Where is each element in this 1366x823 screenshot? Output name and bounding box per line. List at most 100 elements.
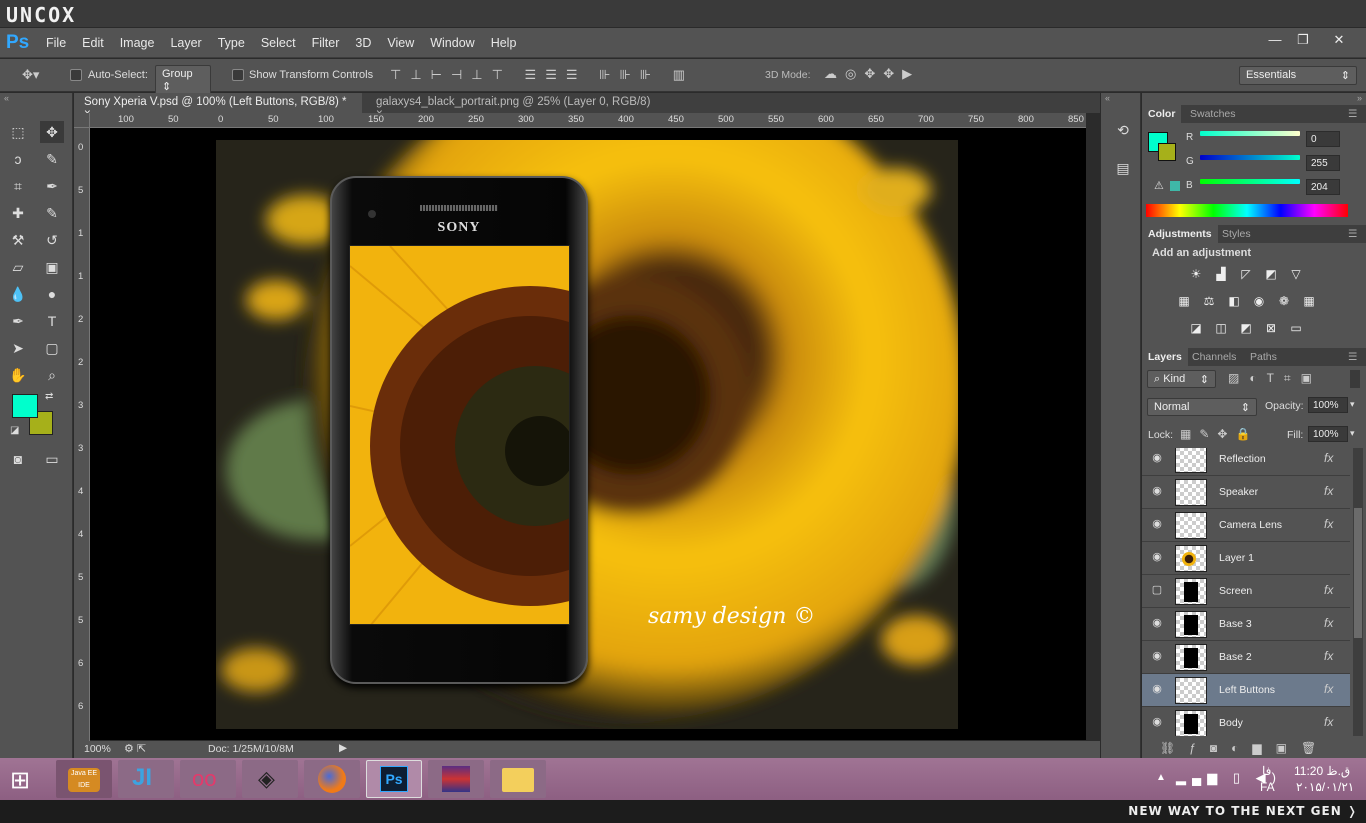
- default-colors-icon[interactable]: ◪: [10, 425, 19, 436]
- panel-menu-icon[interactable]: ☰: [1342, 348, 1363, 366]
- taskbar-jetbrains[interactable]: JI: [118, 760, 174, 798]
- layers-scrollbar[interactable]: [1353, 448, 1363, 736]
- zoom-level[interactable]: 100%: [84, 743, 111, 755]
- align-icons[interactable]: ⊤⊥⊢⊣⊥⊤ ☰☰☰ ⊪⊪⊪ ▥: [390, 67, 694, 83]
- vertical-ruler[interactable]: 0 5 1 1 2 2 3 3 4 4 5 5 6 6: [74, 128, 90, 758]
- r-slider[interactable]: [1200, 131, 1300, 136]
- collapse-icon[interactable]: «: [1105, 93, 1110, 103]
- expand-icon[interactable]: »: [1357, 93, 1362, 103]
- menu-type[interactable]: Type: [210, 36, 253, 50]
- quick-mask-icon[interactable]: ◙: [6, 448, 30, 470]
- filter-toggle[interactable]: [1350, 370, 1360, 388]
- path-select-icon[interactable]: ➤: [6, 337, 30, 359]
- move-tool-icon[interactable]: ✥: [40, 121, 64, 143]
- 3d-mode-icons[interactable]: ☁◎✥✥▶: [824, 66, 920, 82]
- close-button[interactable]: ✕: [1326, 31, 1352, 49]
- layer-row[interactable]: ◉ Camera Lens fx: [1142, 509, 1350, 542]
- layer-filter-icons[interactable]: ▨◐T⌗▣: [1228, 371, 1322, 386]
- hand-icon[interactable]: ✋: [6, 364, 30, 386]
- menu-select[interactable]: Select: [253, 36, 304, 50]
- layer-row[interactable]: ◉ Layer 1: [1142, 542, 1350, 575]
- layer-row[interactable]: ◉ Speaker fx: [1142, 476, 1350, 509]
- horizontal-ruler[interactable]: 100 50 0 50 100 150 200 250 300 350 400 450 500 550 60…: [90, 113, 1086, 128]
- b-value[interactable]: 204: [1306, 179, 1340, 195]
- taskbar-app[interactable]: ◈: [242, 760, 298, 798]
- layer-effects-icon[interactable]: fx: [1324, 517, 1333, 531]
- g-slider[interactable]: [1200, 155, 1300, 160]
- brush-icon[interactable]: ✎: [40, 202, 64, 224]
- crop-icon[interactable]: ⌗: [6, 175, 30, 197]
- blend-mode-dropdown[interactable]: Normal ⇕: [1147, 398, 1257, 416]
- opacity-arrow-icon[interactable]: ▾: [1350, 399, 1355, 410]
- dodge-icon[interactable]: ●: [40, 283, 64, 305]
- color-bg-swatch[interactable]: [1158, 143, 1176, 161]
- menu-edit[interactable]: Edit: [74, 36, 112, 50]
- layer-effects-icon[interactable]: fx: [1324, 484, 1333, 498]
- healing-brush-icon[interactable]: ✚: [6, 202, 30, 224]
- clone-stamp-icon[interactable]: ⚒: [6, 229, 30, 251]
- menu-3d[interactable]: 3D: [347, 36, 379, 50]
- language-indicator[interactable]: FA: [1260, 780, 1275, 794]
- transform-controls-checkbox[interactable]: [232, 69, 244, 81]
- curves-icon[interactable]: ◸: [1238, 267, 1254, 281]
- minimize-button[interactable]: —: [1262, 31, 1288, 49]
- layer-effects-icon[interactable]: fx: [1324, 451, 1333, 465]
- language-ar[interactable]: فا: [1262, 764, 1271, 778]
- taskbar-winrar[interactable]: [428, 760, 484, 798]
- threshold-icon[interactable]: ◩: [1238, 321, 1254, 335]
- visibility-eye-icon[interactable]: ◉: [1150, 649, 1164, 663]
- ruler-origin[interactable]: [74, 113, 90, 128]
- eyedropper-icon[interactable]: ✒: [40, 175, 64, 197]
- rect-marquee-icon[interactable]: ⬚: [6, 121, 30, 143]
- color-balance-icon[interactable]: ⚖: [1201, 294, 1217, 308]
- layers-scroll-thumb[interactable]: [1354, 508, 1362, 638]
- tab-sony-xperia[interactable]: Sony Xperia V.psd @ 100% (Left Buttons, …: [74, 93, 362, 120]
- channel-mixer-icon[interactable]: ❁: [1276, 294, 1292, 308]
- lock-icons[interactable]: ▦✎✥🔒: [1180, 427, 1258, 441]
- tab-paths[interactable]: Paths: [1244, 348, 1283, 366]
- menu-file[interactable]: File: [38, 36, 74, 50]
- b-slider[interactable]: [1200, 179, 1300, 184]
- status-icons[interactable]: ⚙ ⇱: [124, 742, 146, 755]
- posterize-icon[interactable]: ◫: [1213, 321, 1229, 335]
- layer-effects-icon[interactable]: fx: [1324, 649, 1333, 663]
- brightness-icon[interactable]: ☀: [1188, 267, 1204, 281]
- tab-channels[interactable]: Channels: [1186, 348, 1242, 366]
- history-brush-icon[interactable]: ↺: [40, 229, 64, 251]
- gradient-icon[interactable]: ▣: [40, 256, 64, 278]
- layer-effects-icon[interactable]: fx: [1324, 583, 1333, 597]
- tab-galaxy-s4[interactable]: galaxys4_black_portrait.png @ 25% (Layer…: [366, 93, 666, 120]
- auto-select-checkbox[interactable]: [70, 69, 82, 81]
- panel-menu-icon[interactable]: ☰: [1342, 225, 1363, 243]
- menu-filter[interactable]: Filter: [304, 36, 348, 50]
- layer-row[interactable]: ◉ Reflection fx: [1142, 448, 1350, 476]
- layer-row[interactable]: ◉ Base 2 fx: [1142, 641, 1350, 674]
- r-value[interactable]: 0: [1306, 131, 1340, 147]
- properties-icon[interactable]: ▤: [1111, 157, 1135, 179]
- collapse-icon[interactable]: «: [4, 93, 9, 103]
- visibility-eye-icon[interactable]: ◉: [1150, 616, 1164, 630]
- layer-effects-icon[interactable]: fx: [1324, 715, 1333, 729]
- invert-icon[interactable]: ◪: [1188, 321, 1204, 335]
- move-tool-icon[interactable]: ✥▾: [22, 67, 39, 83]
- foreground-color-swatch[interactable]: [12, 394, 38, 418]
- exposure-icon[interactable]: ◩: [1263, 267, 1279, 281]
- color-lookup-icon[interactable]: ▦: [1301, 294, 1317, 308]
- visibility-eye-icon[interactable]: ◉: [1150, 550, 1164, 564]
- layer-effects-icon[interactable]: fx: [1324, 682, 1333, 696]
- visibility-eye-icon[interactable]: ◉: [1150, 451, 1164, 465]
- taskbar-photoshop[interactable]: Ps: [366, 760, 422, 798]
- zoom-icon[interactable]: ⌕: [40, 364, 64, 386]
- type-icon[interactable]: T: [40, 310, 64, 332]
- layer-row[interactable]: ◉ Body fx: [1142, 707, 1350, 736]
- opacity-value[interactable]: 100%: [1308, 397, 1348, 413]
- fill-arrow-icon[interactable]: ▾: [1350, 428, 1355, 439]
- g-value[interactable]: 255: [1306, 155, 1340, 171]
- levels-icon[interactable]: ▟: [1213, 267, 1229, 281]
- filter-kind-dropdown[interactable]: ⌕ Kind ⇕: [1147, 370, 1216, 388]
- visibility-eye-icon[interactable]: ▢: [1150, 583, 1164, 597]
- tab-color[interactable]: Color: [1142, 105, 1182, 123]
- visibility-eye-icon[interactable]: ◉: [1150, 715, 1164, 729]
- selective-color-icon[interactable]: ⊠: [1263, 321, 1279, 335]
- menu-image[interactable]: Image: [112, 36, 163, 50]
